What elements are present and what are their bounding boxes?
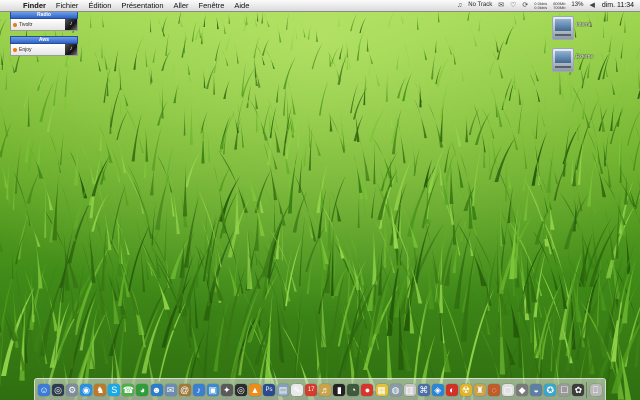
- heart-icon[interactable]: ♡: [507, 0, 519, 11]
- dvd-player-icon[interactable]: ◎: [234, 383, 247, 396]
- ical-icon[interactable]: 17: [305, 383, 318, 396]
- volume-icon[interactable]: ◀: [586, 0, 597, 11]
- calendar-icon[interactable]: ▥: [403, 383, 416, 396]
- disk-label: Interne: [576, 22, 592, 28]
- widget-item-label: Tivoltr: [19, 21, 33, 28]
- widget-header-aws: Aws: [10, 36, 78, 44]
- hard-drive-icon: [552, 48, 574, 72]
- terminal-icon[interactable]: ▮: [333, 383, 346, 396]
- app-b-icon[interactable]: ▢: [502, 383, 515, 396]
- messenger-icon[interactable]: ☻: [150, 383, 163, 396]
- network-monitor[interactable]: 0.0kb/s 0.0kb/s: [531, 1, 550, 10]
- stop-icon[interactable]: ●: [361, 383, 374, 396]
- desktop-wallpaper: [0, 0, 640, 400]
- menu-extras: ♫ No Track ✉ ♡ ⟳ 0.0kb/s 0.0kb/s 800Mb 7…: [454, 0, 640, 11]
- cpu-usage[interactable]: 13%: [568, 0, 586, 11]
- desktop-widget: Radio Tivoltr ♪ Aws Enjoy ♪: [10, 11, 78, 56]
- disk-label: Externe: [576, 54, 594, 60]
- network-icon[interactable]: ◈: [431, 383, 444, 396]
- disk-utility-icon[interactable]: ◍: [389, 383, 402, 396]
- disk-interne[interactable]: Interne: [550, 14, 600, 44]
- garageband-icon[interactable]: ♬: [319, 383, 332, 396]
- mail-icon[interactable]: ✉: [164, 383, 177, 396]
- menu-aide[interactable]: Aide: [229, 0, 254, 11]
- chess-icon[interactable]: ♜: [473, 383, 486, 396]
- adium-icon[interactable]: ◕: [136, 383, 149, 396]
- grapher-icon[interactable]: ⌘: [417, 383, 430, 396]
- photoshop-icon[interactable]: Ps: [263, 383, 275, 396]
- itunes-controller-icon[interactable]: ♫: [454, 0, 465, 11]
- album-art-icon: ♪: [65, 44, 77, 55]
- menu-presentation[interactable]: Présentation: [116, 0, 168, 11]
- imovie-icon[interactable]: ✦: [220, 383, 233, 396]
- menu-clock[interactable]: dim. 11:34: [598, 0, 640, 11]
- app-g-icon[interactable]: ✿: [572, 383, 585, 396]
- status-dot-icon: [13, 22, 17, 27]
- menu-edition[interactable]: Édition: [83, 0, 116, 11]
- stickies-icon[interactable]: ▦: [375, 383, 388, 396]
- safari-icon[interactable]: ◉: [80, 383, 93, 396]
- vlc-icon[interactable]: ▲: [248, 383, 261, 396]
- textedit-icon[interactable]: ✎: [291, 383, 304, 396]
- album-art-icon: ♪: [65, 19, 77, 30]
- system-preferences-icon[interactable]: ⚙: [66, 383, 79, 396]
- activity-monitor-icon[interactable]: ◔: [347, 383, 360, 396]
- app-f-icon[interactable]: ☐: [558, 383, 571, 396]
- menu-finder[interactable]: Finder: [18, 0, 51, 11]
- finder-icon[interactable]: ☺: [38, 383, 50, 396]
- skype-icon[interactable]: S: [108, 383, 121, 396]
- memory-free: 700Mb: [553, 4, 566, 10]
- hard-drive-icon: [552, 16, 574, 40]
- iphoto-icon[interactable]: ▣: [206, 383, 219, 396]
- app-d-icon[interactable]: ◒: [530, 383, 543, 396]
- app-e-icon[interactable]: ✪: [544, 383, 557, 396]
- menu-fenetre[interactable]: Fenêtre: [194, 0, 230, 11]
- menu-bar: Finder Fichier Édition Présentation Alle…: [0, 0, 640, 12]
- mail-status-icon[interactable]: ✉: [495, 0, 507, 11]
- widget-item-label: Enjoy: [19, 46, 32, 53]
- disk-externe[interactable]: Externe: [550, 46, 600, 76]
- widget-item-aws[interactable]: Enjoy ♪: [10, 44, 78, 56]
- transmission-icon[interactable]: ◐: [445, 383, 458, 396]
- sync-icon[interactable]: ⟳: [519, 0, 531, 11]
- menu-fichier[interactable]: Fichier: [51, 0, 84, 11]
- widget-item-radio[interactable]: Tivoltr ♪: [10, 19, 78, 31]
- status-dot-icon: [13, 47, 17, 52]
- ichat-icon[interactable]: ☎: [122, 383, 135, 396]
- dock-separator: [586, 381, 588, 398]
- camino-icon[interactable]: ♞: [94, 383, 107, 396]
- app-a-icon[interactable]: ◌: [488, 383, 500, 396]
- dashboard-icon[interactable]: ◎: [52, 383, 65, 396]
- menu-aller[interactable]: Aller: [169, 0, 194, 11]
- trash-icon[interactable]: ⎕: [589, 383, 602, 396]
- current-track[interactable]: No Track: [465, 0, 495, 11]
- preview-icon[interactable]: ▤: [277, 383, 290, 396]
- uploader-icon[interactable]: ☢: [459, 383, 472, 396]
- widget-header-radio: Radio: [10, 11, 78, 19]
- app-c-icon[interactable]: ◆: [516, 383, 529, 396]
- itunes-icon[interactable]: ♪: [192, 383, 205, 396]
- memory-monitor[interactable]: 800Mb 700Mb: [550, 1, 568, 10]
- addressbook-icon[interactable]: @: [178, 383, 191, 396]
- dock: ☺ ◎ ⚙ ◉ ♞ S ☎ ◕ ☻ ✉ @ ♪ ▣ ✦ ◎ ▲ Ps ▤ ✎ 17 ♬ ▮ ◔ ● ▦ ◍ ▥ ⌘ ◈ ◐ ☢ ♜ ◌ ▢ ◆ ◒ ✪ ☐…: [34, 378, 606, 400]
- network-download: 0.0kb/s: [534, 4, 548, 10]
